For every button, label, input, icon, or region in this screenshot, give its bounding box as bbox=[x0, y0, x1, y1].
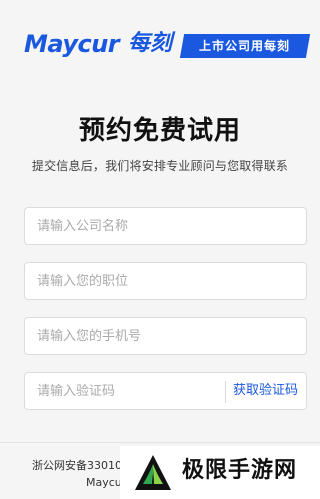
field-divider bbox=[225, 381, 226, 403]
footer-divider bbox=[0, 442, 320, 443]
verification-code-field: 获取验证码 bbox=[24, 372, 307, 410]
watermark-text: 极限手游网 bbox=[182, 458, 298, 483]
header: Maycur 每刻 上市公司用每刻 bbox=[0, 0, 320, 80]
position-input[interactable] bbox=[37, 263, 292, 299]
page-subtitle: 提交信息后，我们将安排专业顾问与您取得联系 bbox=[31, 159, 289, 173]
slogan-text: 上市公司用每刻 bbox=[199, 39, 291, 53]
brand-logo-text: Maycur bbox=[24, 30, 120, 58]
page-title: 预约免费试用 bbox=[78, 116, 241, 146]
verification-code-input[interactable] bbox=[37, 373, 217, 409]
phone-input[interactable] bbox=[37, 318, 292, 354]
slogan-badge: 上市公司用每刻 bbox=[179, 34, 311, 58]
watermark: 极限手游网 bbox=[120, 446, 320, 499]
get-code-button[interactable]: 获取验证码 bbox=[233, 373, 298, 409]
watermark-logo-icon bbox=[135, 455, 171, 490]
phone-field bbox=[24, 317, 307, 355]
position-field bbox=[24, 262, 307, 300]
company-field bbox=[24, 207, 307, 245]
company-input[interactable] bbox=[37, 208, 292, 244]
brand-logo-cn: 每刻 bbox=[128, 31, 173, 56]
